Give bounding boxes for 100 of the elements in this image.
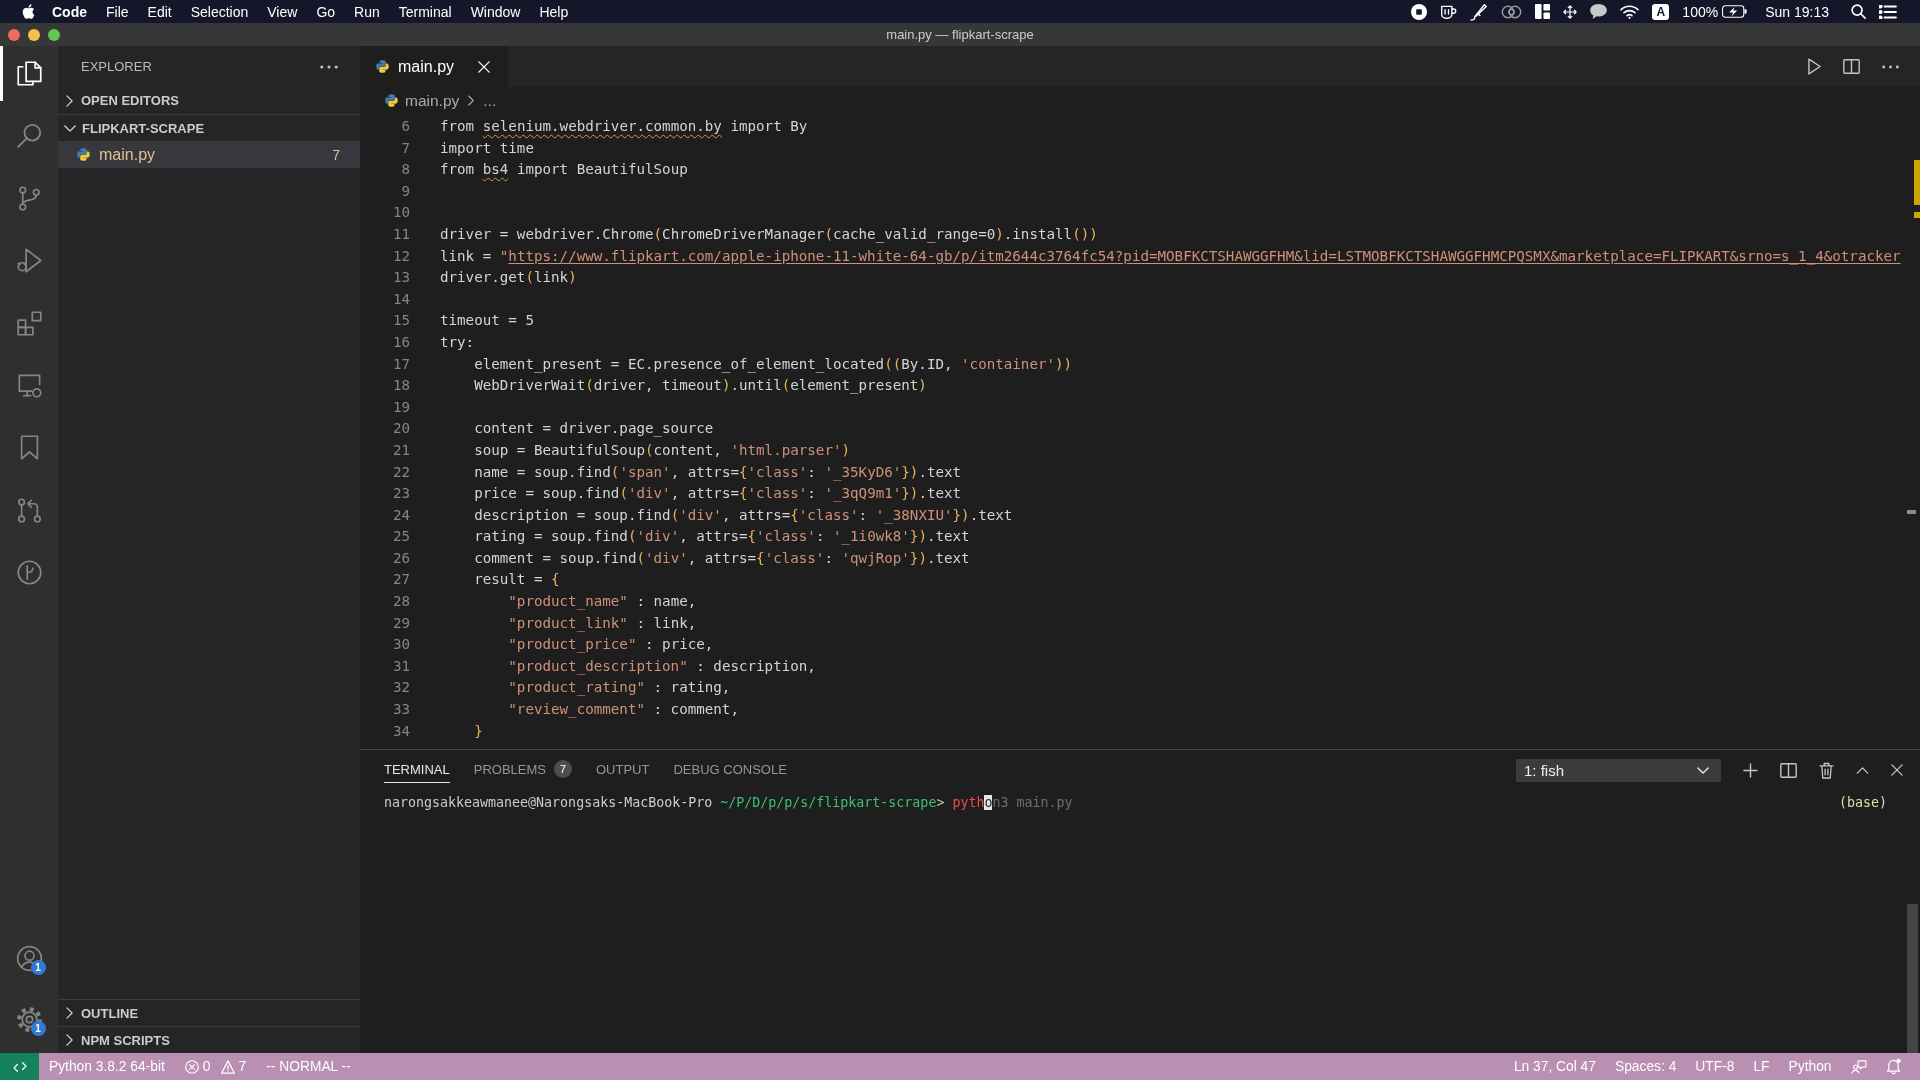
files-icon[interactable] [15,60,43,87]
problem-count: 7 [332,146,340,163]
terminal-select[interactable]: 1: fish [1516,758,1721,782]
panel-tab[interactable]: PROBLEMS 7 [473,757,572,783]
breadcrumb-item[interactable]: main.py [405,91,460,110]
code-line: driver.get(link) [440,268,577,288]
scrollbar-thumb[interactable] [1907,904,1918,1053]
circle-branch-icon[interactable] [15,559,43,587]
line-number: 13 [391,268,410,288]
file-type-icon [384,93,399,108]
plus-icon[interactable] [1743,762,1758,778]
menu-item[interactable]: Window [470,3,521,20]
battery-icon[interactable] [1722,5,1748,18]
editor-tab[interactable]: main.py [360,46,508,87]
code-line: } [473,721,483,741]
angle-brackets-icon [12,1060,27,1073]
menu-item[interactable]: Help [539,3,569,20]
clock-text[interactable]: Sun 19:13 [1765,3,1829,20]
terminal-line: narongsakkeawmanee@Narongsaks-MacBook-Pro ~/P/D/p/p/s/flipkart-scrape> python3 main.py [384,794,1073,812]
brush-icon[interactable] [1470,2,1489,21]
list-icon[interactable] [1879,4,1897,19]
breadcrumb-item[interactable]: ... [483,91,497,110]
environment-label: (base) [1838,794,1887,812]
bell-icon[interactable] [1885,1058,1901,1075]
code-line: description = soup.find('div', attrs={'class': '_38NXIU'}).text [473,505,1013,526]
line-number: 25 [391,527,410,547]
code-line: timeout = 5 [440,311,534,331]
section-header[interactable]: OPEN EDITORS [58,87,360,114]
line-number: 23 [391,484,410,504]
chevron-down-icon [1697,766,1709,774]
code-line: comment = soup.find('div', attrs={'class': 'qwjRop'}).text [473,548,970,568]
code-line: soup = BeautifulSoup(content, 'html.parser') [473,440,850,460]
apple-icon[interactable] [21,3,35,20]
code-line: result = { [473,570,560,590]
line-number: 12 [391,246,410,266]
split-terminal-icon[interactable] [1780,762,1797,778]
four-arrows-icon[interactable] [1563,4,1578,19]
trash-icon[interactable] [1819,761,1834,779]
line-number: 31 [391,656,410,676]
account-icon[interactable] [15,944,43,972]
minimize-window-button[interactable] [28,28,40,41]
rings-icon[interactable] [1501,4,1523,19]
section-header[interactable]: OUTLINE [58,999,360,1026]
code-line: from bs4 import BeautifulSoup [440,160,688,180]
blocks-icon[interactable] [15,309,43,337]
panel-tab[interactable]: DEBUG CONSOLE [673,757,787,783]
zoom-window-button[interactable] [48,28,60,41]
tree-item[interactable]: main.py 7 [58,141,360,168]
code-line: driver = webdriver.Chrome(ChromeDriverManager(cache_valid_range=0).install()) [440,224,1098,245]
chevron-up-icon[interactable] [1856,766,1869,774]
warning-icon [220,1059,235,1074]
menu-item[interactable]: Run [354,3,380,20]
menu-item[interactable]: View [267,3,298,20]
cursor-marker [1907,510,1916,514]
wifi-icon[interactable] [1620,4,1640,19]
settings-icon[interactable] [15,1005,43,1033]
line-number: 9 [400,181,410,201]
line-number: 34 [391,721,410,741]
notification-badge: 1 [30,959,46,975]
code-line: rating = soup.find('div', attrs={'class': '_1i0wk8'}).text [473,527,970,547]
more-icon[interactable] [320,64,338,69]
panel-tab[interactable]: OUTPUT [596,757,650,783]
line-number: 33 [391,700,410,720]
code-line: "product_description" : description, [507,656,816,677]
line-number: 10 [391,203,410,223]
line-number: 14 [391,289,410,309]
panel-tab[interactable]: TERMINAL [384,757,450,783]
chat-bubble-icon[interactable] [1590,4,1608,19]
search-icon[interactable] [1851,4,1866,19]
record-icon[interactable] [1411,3,1428,20]
code-line: "product_price" : price, [507,635,714,655]
pull-request-icon[interactable] [15,496,43,524]
input-source-button[interactable]: A [1652,3,1670,20]
chevron-right-icon [468,95,475,106]
chevron-right-icon[interactable] [66,1034,73,1046]
menu-item[interactable]: Go [316,3,336,20]
code-line: price = soup.find('div', attrs={'class': '_3qQ9m1'}).text [473,484,962,504]
chevron-down-icon[interactable] [64,124,76,132]
line-number: 8 [400,160,410,180]
layout-icon[interactable] [1535,4,1551,19]
app-menu[interactable]: Code [52,3,87,20]
run-icon[interactable] [1808,58,1821,75]
cup-icon[interactable] [1440,3,1458,20]
more-icon[interactable] [1882,64,1899,69]
menu-item[interactable]: Selection [190,3,249,20]
menu-item[interactable]: File [106,3,129,20]
chevron-right-icon[interactable] [66,94,73,107]
line-number: 7 [400,138,410,158]
error-icon [184,1059,199,1074]
code-link[interactable]: https://www.flipkart.com/apple-iphone-11-white-64-gb/p/itm2644c3764fc54?pid=MOBFKCTSHAWGGFHM&lid=LSTMOBFKCTSHAWGGFHMCPQSMX&marketplace=FLIPKART&srno=s_1_4&otracker [508,247,1901,264]
line-number: 22 [391,462,410,482]
speech-bubble-icon[interactable] [1850,1059,1867,1074]
play-bug-icon[interactable] [15,247,43,275]
menu-item[interactable]: Terminal [398,3,452,20]
close-icon[interactable] [1891,764,1903,776]
menu-item[interactable]: Edit [147,3,172,20]
close-window-button[interactable] [8,28,20,41]
split-editor-icon[interactable] [1843,59,1860,74]
chevron-right-icon[interactable] [66,1007,73,1019]
file-type-icon [76,147,91,162]
